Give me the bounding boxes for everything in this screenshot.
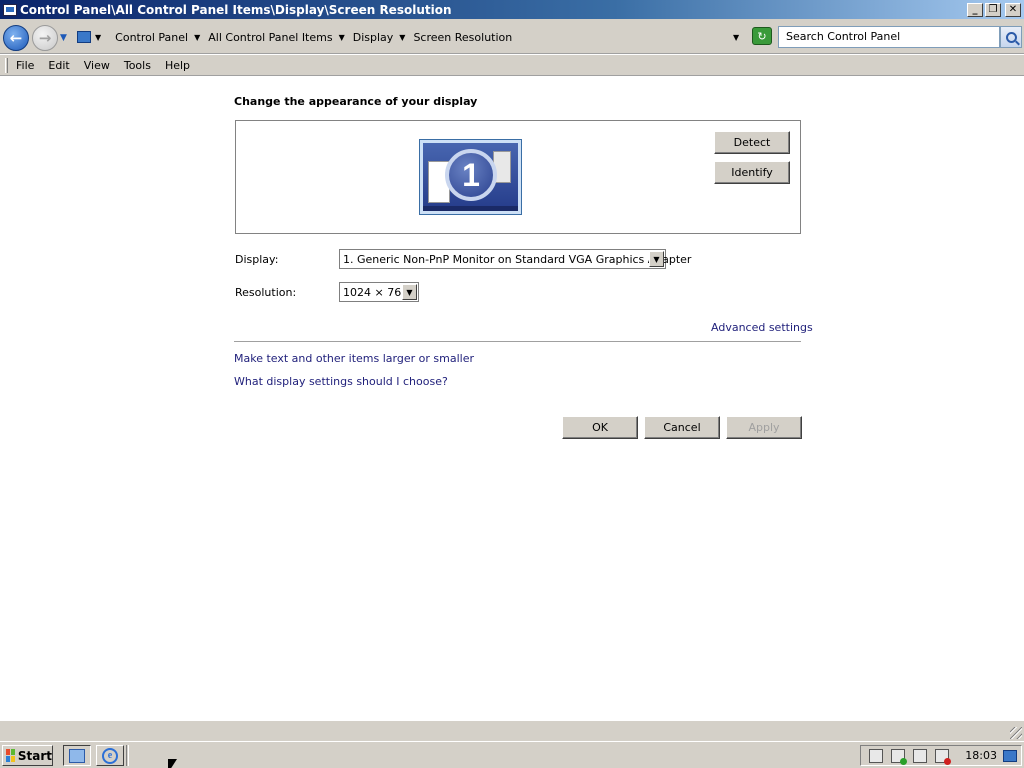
apply-button[interactable]: Apply (726, 416, 802, 439)
mouse-cursor-icon (168, 759, 177, 768)
system-tray: 18:03 (860, 745, 1022, 766)
toolbar-grip (5, 57, 8, 73)
server-manager-icon (69, 748, 85, 763)
breadcrumb-label: Screen Resolution (413, 30, 513, 44)
monitor-number-badge: 1 (445, 149, 497, 201)
chevron-down-icon[interactable]: ▼ (399, 33, 405, 42)
display-label: Display: (235, 253, 279, 266)
breadcrumb-item-screen-resolution[interactable]: Screen Resolution (413, 31, 512, 44)
menu-file[interactable]: File (16, 59, 34, 72)
network-icon[interactable] (913, 748, 927, 763)
internet-explorer-icon: e (102, 747, 118, 764)
breadcrumb-item-all-items[interactable]: All Control Panel Items ▼ (208, 31, 345, 44)
search-icon (1005, 31, 1017, 43)
control-panel-icon (3, 3, 17, 16)
document-tray-icon[interactable] (869, 748, 883, 763)
forward-button[interactable]: → (32, 25, 58, 51)
menu-help[interactable]: Help (165, 59, 190, 72)
breadcrumb-item-root[interactable]: ▼ (95, 33, 107, 42)
search-button[interactable] (1000, 26, 1022, 48)
control-panel-icon (77, 31, 91, 43)
display-select[interactable]: 1. Generic Non-PnP Monitor on Standard V… (339, 249, 691, 269)
identify-button[interactable]: Identify (714, 161, 790, 184)
ok-button[interactable]: OK (562, 416, 638, 439)
taskbar-thumbnail (423, 206, 518, 211)
start-label: Start (17, 748, 52, 763)
windows-logo-icon (6, 749, 15, 762)
address-toolbar: ← → ▼ ▼ Control Panel ▼ All Control Panel… (0, 19, 1024, 54)
chevron-down-icon[interactable]: ▼ (95, 33, 101, 42)
breadcrumb-item-display[interactable]: Display ▼ (353, 31, 406, 44)
chevron-down-icon[interactable]: ▼ (402, 284, 417, 300)
close-button[interactable]: ✕ (1005, 2, 1021, 17)
main-content: Change the appearance of your display 1 … (0, 77, 1024, 720)
display-select-value: 1. Generic Non-PnP Monitor on Standard V… (343, 252, 692, 266)
resolution-select[interactable]: 1024 × 768 ▼ (339, 282, 419, 302)
resolution-select-value: 1024 × 768 (343, 285, 409, 299)
breadcrumb-label: All Control Panel Items (208, 30, 333, 44)
chevron-down-icon[interactable]: ▼ (339, 33, 345, 42)
action-center-icon[interactable] (891, 748, 907, 765)
clock[interactable]: 18:03 (965, 749, 997, 762)
breadcrumb-label: Display (352, 30, 394, 44)
advanced-settings-link[interactable]: Advanced settings (711, 321, 813, 334)
refresh-icon: ↻ (757, 29, 767, 43)
back-button[interactable]: ← (3, 25, 29, 51)
resolution-label: Resolution: (235, 286, 297, 299)
refresh-button[interactable]: ↻ (752, 27, 772, 45)
menu-tools[interactable]: Tools (124, 59, 151, 72)
search-input[interactable]: Search Control Panel (778, 26, 1000, 48)
start-button[interactable]: Start (2, 745, 53, 766)
chevron-down-icon[interactable]: ▼ (649, 251, 664, 267)
volume-muted-icon[interactable] (935, 748, 951, 765)
quicklaunch-server-manager[interactable] (63, 745, 91, 766)
recent-pages-dropdown[interactable]: ▼ (60, 33, 67, 43)
chevron-down-icon[interactable]: ▼ (194, 33, 200, 42)
divider (234, 341, 801, 342)
breadcrumb-item-control-panel[interactable]: Control Panel ▼ (115, 31, 200, 44)
menu-edit[interactable]: Edit (48, 59, 69, 72)
show-desktop-icon[interactable] (1003, 749, 1017, 762)
menu-view[interactable]: View (84, 59, 110, 72)
address-history-dropdown[interactable]: ▼ (733, 33, 739, 42)
monitor-1-thumbnail[interactable]: 1 (419, 139, 522, 215)
breadcrumb-label: Control Panel (115, 30, 189, 44)
text-size-link[interactable]: Make text and other items larger or smal… (234, 352, 474, 365)
back-arrow-icon: ← (9, 29, 23, 47)
taskbar: Start e 18:03 (0, 741, 1024, 768)
restore-button[interactable]: ❐ (985, 2, 1001, 17)
detect-button[interactable]: Detect (714, 131, 790, 154)
page-title: Change the appearance of your display (234, 95, 478, 108)
title-bar: Control Panel\All Control Panel Items\Di… (0, 0, 1024, 19)
quicklaunch-internet-explorer[interactable]: e (96, 745, 124, 766)
window-title: Control Panel\All Control Panel Items\Di… (20, 2, 452, 17)
breadcrumb[interactable]: ▼ Control Panel ▼ All Control Panel Items… (74, 26, 749, 48)
cancel-button[interactable]: Cancel (644, 416, 720, 439)
resize-grip[interactable] (1010, 727, 1022, 739)
forward-arrow-icon: → (38, 29, 52, 47)
menu-bar: File Edit View Tools Help (0, 55, 1024, 76)
monitor-preview-panel: 1 Detect Identify (235, 120, 801, 234)
status-bar (0, 720, 1024, 741)
display-help-link[interactable]: What display settings should I choose? (234, 375, 448, 388)
monitor-screen: 1 (423, 143, 518, 211)
minimize-button[interactable]: _ (967, 2, 983, 17)
taskbar-separator (126, 745, 129, 766)
